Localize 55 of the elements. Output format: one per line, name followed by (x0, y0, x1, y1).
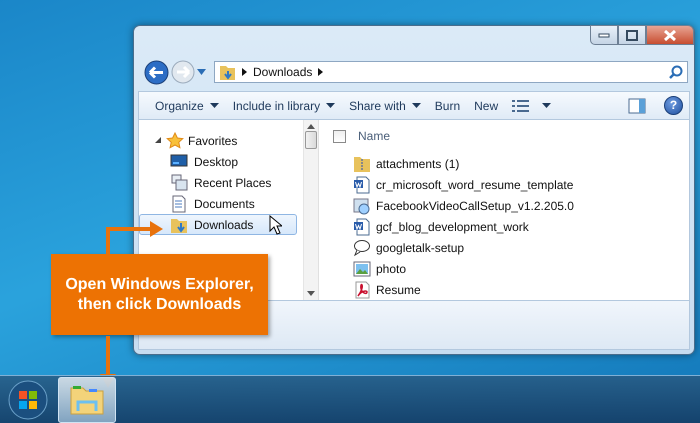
file-name[interactable]: gcf_blog_development_work (376, 218, 529, 236)
back-button[interactable] (144, 60, 169, 84)
file-name[interactable]: FacebookVideoCallSetup_v1.2.205.0 (376, 196, 574, 214)
help-button[interactable]: ? (664, 96, 683, 115)
scroll-down-icon[interactable] (307, 291, 315, 296)
taskbar-button[interactable] (58, 376, 116, 422)
folder-icon (69, 384, 105, 416)
toolbar-button[interactable]: Organize (155, 96, 233, 114)
word-document-icon (353, 218, 371, 236)
start-button[interactable] (8, 380, 48, 420)
view-list-icon[interactable] (512, 98, 530, 112)
minimize-button[interactable] (590, 25, 618, 45)
nav-item[interactable]: Desktop (139, 151, 297, 172)
toolbar-button[interactable]: Share with (349, 96, 435, 114)
speech-bubble-icon (353, 238, 371, 256)
caret-icon[interactable] (542, 103, 552, 108)
folder-icon (219, 63, 236, 81)
search-icon (669, 65, 683, 79)
section-label[interactable]: Favorites (188, 132, 238, 150)
nav-item[interactable]: Downloads (139, 214, 297, 235)
file-name[interactable]: Resume (376, 280, 421, 298)
preview-pane-icon[interactable] (628, 98, 646, 114)
close-icon (663, 30, 677, 40)
minimize-icon (598, 32, 610, 38)
star-icon (166, 132, 184, 149)
document-icon (170, 194, 188, 212)
scrollbar-thumb[interactable] (305, 131, 317, 149)
toolbar-button[interactable]: New (474, 96, 512, 114)
maximize-icon (626, 30, 638, 40)
maximize-button[interactable] (618, 25, 646, 45)
pdf-icon (353, 280, 371, 298)
arrow (106, 221, 163, 254)
word-document-icon (353, 176, 371, 194)
callout-text: Open Windows Explorer, then click Downloads (51, 254, 268, 335)
file-name[interactable]: attachments (1) (376, 154, 460, 172)
zip-folder-icon (353, 154, 371, 172)
mouse-pointer-icon (269, 214, 282, 234)
scroll-up-icon[interactable] (307, 124, 315, 129)
image-icon (353, 260, 371, 278)
toolbar-button[interactable]: Include in library (232, 96, 350, 114)
close-button[interactable] (646, 25, 694, 45)
column-header[interactable]: Name (358, 127, 390, 145)
nav-item[interactable]: Documents (139, 193, 297, 214)
chevron-icon (242, 68, 247, 76)
file-name[interactable]: googletalk-setup (376, 238, 464, 256)
installer-icon (353, 196, 371, 214)
recent-places-icon (170, 174, 188, 192)
toolbar-button[interactable]: Burn (434, 96, 474, 114)
file-name[interactable]: cr_microsoft_word_resume_template (376, 176, 574, 194)
breadcrumb-link[interactable]: Downloads (253, 63, 312, 81)
file-name[interactable]: photo (376, 260, 406, 278)
nav-item[interactable]: Recent Places (139, 172, 297, 193)
address-bar[interactable]: Downloads (214, 61, 688, 83)
chevron-icon (318, 68, 324, 76)
checkbox[interactable] (333, 130, 346, 142)
